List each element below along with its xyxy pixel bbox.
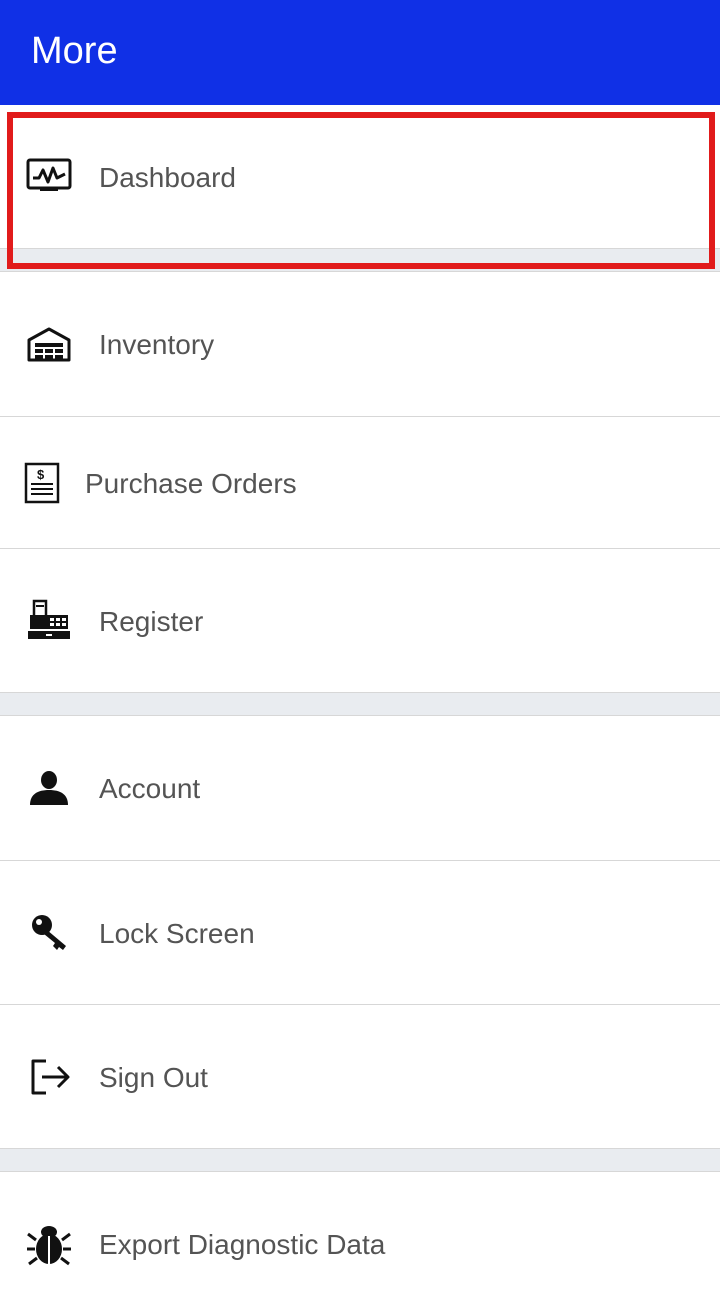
page-title: More <box>31 30 118 72</box>
cash-register-icon <box>26 599 72 641</box>
menu-item-inventory[interactable]: Inventory <box>0 272 720 416</box>
menu-item-register[interactable]: Register <box>0 549 720 692</box>
menu-item-dashboard[interactable]: Dashboard <box>0 105 720 248</box>
menu-item-sign-out[interactable]: Sign Out <box>0 1005 720 1148</box>
menu-item-lock-screen[interactable]: Lock Screen <box>0 861 720 1004</box>
menu-item-label: Lock Screen <box>99 918 255 949</box>
menu-item-label: Export Diagnostic Data <box>99 1229 386 1260</box>
sign-out-icon <box>28 1057 72 1097</box>
section-gap <box>0 1148 720 1172</box>
app-bar: More <box>0 0 720 105</box>
menu-item-label: Account <box>99 773 201 804</box>
menu-item-label: Inventory <box>99 329 215 360</box>
menu-item-export-diagnostic-data[interactable]: Export Diagnostic Data <box>0 1172 720 1316</box>
menu-item-purchase-orders[interactable]: $ Purchase Orders <box>0 417 720 548</box>
section-gap <box>0 692 720 716</box>
menu-item-label: Register <box>99 606 204 637</box>
key-icon <box>30 913 70 953</box>
bug-icon <box>26 1222 72 1266</box>
invoice-icon: $ <box>24 462 60 504</box>
user-icon <box>28 770 70 806</box>
activity-chart-icon <box>26 158 72 194</box>
menu-item-label: Sign Out <box>99 1062 208 1093</box>
menu-item-label: Purchase Orders <box>85 468 297 499</box>
svg-text:$: $ <box>37 467 45 482</box>
section-gap <box>0 248 720 272</box>
menu-item-account[interactable]: Account <box>0 716 720 860</box>
menu-item-label: Dashboard <box>99 162 236 193</box>
warehouse-icon <box>26 326 72 362</box>
